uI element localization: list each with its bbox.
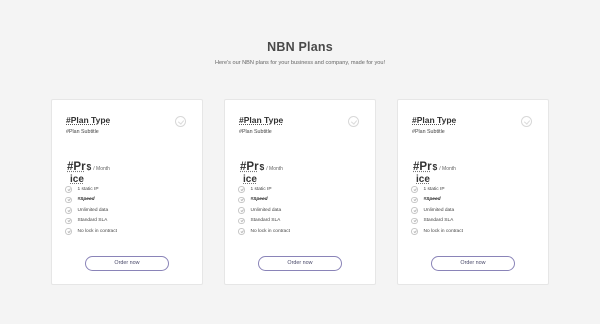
price-value: #Pr — [67, 161, 86, 173]
price: #Pr$ / Month — [413, 157, 456, 173]
select-circle-icon[interactable] — [348, 116, 359, 127]
feature-text: No lock in contract — [250, 228, 290, 234]
feature-item: #Speed — [411, 195, 463, 206]
price: #Pr$ / Month — [67, 157, 110, 173]
feature-list: 1 static IP #Speed Unlimited data Standa… — [65, 184, 117, 237]
check-circle-icon — [238, 186, 245, 193]
feature-text: No lock in contract — [423, 228, 463, 234]
feature-text: #Speed — [250, 197, 268, 203]
feature-list: 1 static IP #Speed Unlimited data Standa… — [411, 184, 463, 237]
page-title: NBN Plans — [267, 40, 333, 54]
check-circle-icon — [411, 228, 418, 235]
feature-text: Unlimited data — [77, 207, 109, 213]
plan-subtitle: #Plan Subtitle — [66, 129, 99, 135]
plan-subtitle: #Plan Subtitle — [239, 129, 272, 135]
plan-card[interactable]: #Plan Type #Plan Subtitle #Pr$ / Month ic… — [397, 99, 549, 285]
price-period: / Month — [93, 166, 110, 172]
check-circle-icon — [238, 207, 245, 214]
feature-text: 1 static IP — [423, 186, 445, 192]
currency-symbol: $ — [432, 162, 438, 172]
feature-item: No lock in contract — [238, 226, 290, 237]
feature-text: 1 static IP — [250, 186, 272, 192]
check-circle-icon — [65, 228, 72, 235]
order-now-button[interactable]: Order now — [431, 256, 515, 271]
feature-text: No lock in contract — [77, 228, 117, 234]
order-now-button[interactable]: Order now — [258, 256, 342, 271]
check-circle-icon — [65, 186, 72, 193]
page-subtitle: Here's our NBN plans for your business a… — [214, 60, 386, 66]
check-circle-icon — [65, 217, 72, 224]
price-period: / Month — [266, 166, 283, 172]
feature-item: No lock in contract — [411, 226, 463, 237]
select-circle-icon[interactable] — [521, 116, 532, 127]
feature-item: Unlimited data — [238, 205, 290, 216]
check-circle-icon — [65, 196, 72, 203]
plan-type: #Plan Type — [239, 115, 284, 125]
feature-item: Standard SLA — [65, 216, 117, 227]
plan-type: #Plan Type — [412, 115, 457, 125]
feature-item: Unlimited data — [411, 205, 463, 216]
feature-text: Unlimited data — [423, 207, 455, 213]
check-circle-icon — [238, 228, 245, 235]
check-circle-icon — [238, 196, 245, 203]
currency-symbol: $ — [259, 162, 265, 172]
price-period: / Month — [439, 166, 456, 172]
feature-item: 1 static IP — [238, 184, 290, 195]
price-value: #Pr — [413, 161, 432, 173]
plan-card[interactable]: #Plan Type #Plan Subtitle #Pr$ / Month ic… — [51, 99, 203, 285]
feature-item: Standard SLA — [411, 216, 463, 227]
feature-item: Standard SLA — [238, 216, 290, 227]
price: #Pr$ / Month — [240, 157, 283, 173]
plan-cards: #Plan Type #Plan Subtitle #Pr$ / Month ic… — [0, 99, 600, 285]
feature-list: 1 static IP #Speed Unlimited data Standa… — [238, 184, 290, 237]
select-circle-icon[interactable] — [175, 116, 186, 127]
check-circle-icon — [411, 186, 418, 193]
feature-text: Standard SLA — [423, 218, 454, 224]
feature-text: Standard SLA — [250, 218, 281, 224]
check-circle-icon — [411, 196, 418, 203]
feature-text: #Speed — [77, 197, 95, 203]
feature-item: Unlimited data — [65, 205, 117, 216]
feature-item: 1 static IP — [65, 184, 117, 195]
check-circle-icon — [65, 207, 72, 214]
plan-card[interactable]: #Plan Type #Plan Subtitle #Pr$ / Month ic… — [224, 99, 376, 285]
check-circle-icon — [411, 217, 418, 224]
feature-item: 1 static IP — [411, 184, 463, 195]
plan-type: #Plan Type — [66, 115, 111, 125]
feature-item: #Speed — [238, 195, 290, 206]
check-circle-icon — [238, 217, 245, 224]
feature-text: #Speed — [423, 197, 441, 203]
check-circle-icon — [411, 207, 418, 214]
order-now-button[interactable]: Order now — [85, 256, 169, 271]
feature-text: Standard SLA — [77, 218, 108, 224]
nbn-plans-page: NBN Plans Here's our NBN plans for your … — [0, 0, 600, 324]
currency-symbol: $ — [86, 162, 92, 172]
price-value: #Pr — [240, 161, 259, 173]
feature-item: #Speed — [65, 195, 117, 206]
feature-text: 1 static IP — [77, 186, 99, 192]
feature-text: Unlimited data — [250, 207, 282, 213]
plan-subtitle: #Plan Subtitle — [412, 129, 445, 135]
feature-item: No lock in contract — [65, 226, 117, 237]
